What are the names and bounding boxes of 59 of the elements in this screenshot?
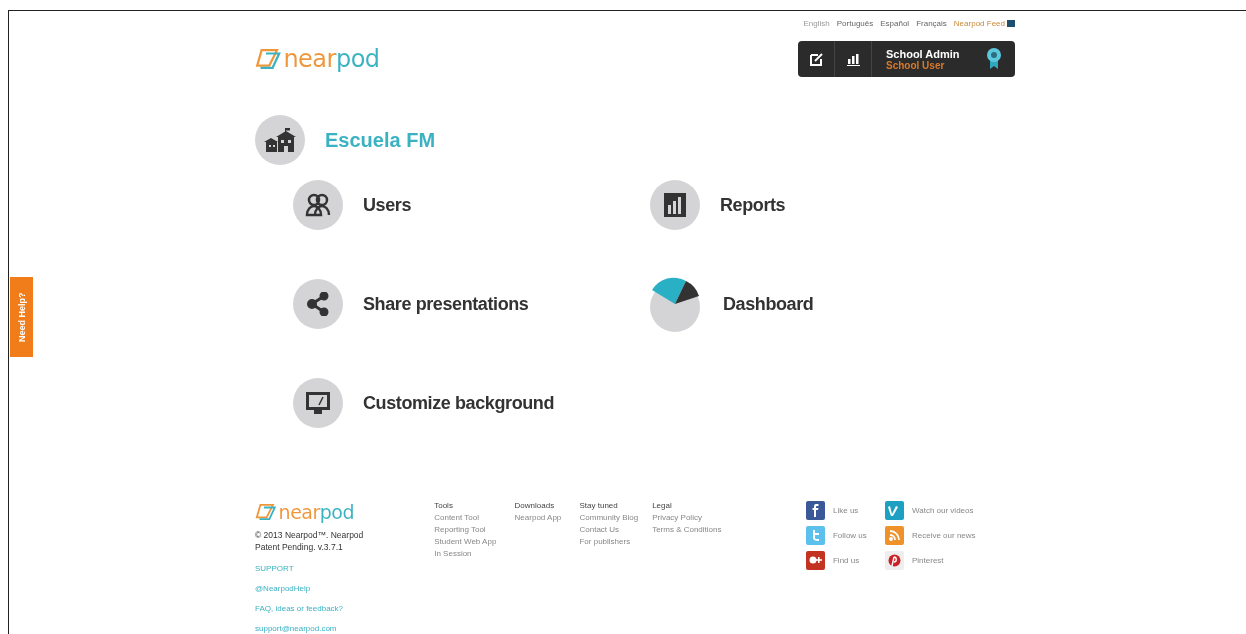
users-icon (293, 180, 343, 230)
copyright-text: © 2013 Nearpod™. Nearpod Patent Pending. v.3.7.1 (255, 529, 365, 553)
logo-mark-icon (255, 503, 277, 521)
google-plus-icon (806, 551, 825, 570)
footer-link[interactable]: FAQ, ideas or feedback? (255, 604, 435, 613)
social-link[interactable]: Like us (833, 506, 859, 515)
pinterest-icon (885, 551, 904, 570)
twitter-icon (806, 526, 825, 545)
footer-link[interactable]: support@nearpod.com (255, 624, 435, 633)
menu-item[interactable]: Reports (650, 180, 950, 230)
column-title: Legal (652, 501, 673, 510)
rss-icon (885, 526, 904, 545)
footer-link[interactable]: Community Blog (579, 513, 653, 522)
footer-link[interactable]: Nearpod App (514, 513, 580, 522)
footer-link[interactable]: Contact Us (579, 525, 653, 534)
user-name: School Admin (886, 47, 961, 60)
social-link[interactable]: Find us (833, 556, 860, 565)
column-title: Downloads (514, 501, 556, 510)
help-tab[interactable]: Need Help? (10, 277, 33, 357)
pie-chart-icon (647, 276, 703, 332)
bar-chart-icon (650, 180, 700, 230)
language-link[interactable]: Français (916, 18, 947, 28)
feed-icon (1007, 19, 1015, 27)
feed-link[interactable]: Nearpod Feed (953, 18, 1005, 28)
facebook-icon (806, 501, 825, 520)
menu-item[interactable]: Users (293, 180, 650, 230)
social-link[interactable]: Follow us (833, 531, 867, 540)
social-link[interactable]: Watch our videos (912, 506, 974, 515)
column-title: Stay tuned (579, 501, 619, 510)
footer-link[interactable]: Reporting Tool (434, 525, 515, 534)
menu-item[interactable]: Customize background (293, 378, 650, 428)
language-link[interactable]: English (803, 18, 830, 28)
footer-link[interactable]: SUPPORT (255, 564, 435, 573)
footer-link[interactable]: @NearpodHelp (255, 584, 435, 593)
language-link[interactable]: Español (880, 18, 910, 28)
badge-icon (987, 48, 1001, 70)
menu-item[interactable]: Dashboard (647, 276, 950, 332)
social-link[interactable]: Pinterest (912, 556, 944, 565)
footer-link[interactable]: Terms & Conditions (652, 525, 749, 534)
user-role: School User (886, 59, 946, 71)
monitor-icon (293, 378, 343, 428)
logo-wordmark: nearpod (278, 501, 355, 523)
school-icon (255, 115, 305, 165)
logo-wordmark: nearpod (283, 45, 380, 73)
share-icon (293, 279, 343, 329)
social-link[interactable]: Receive our news (912, 531, 976, 540)
school-name: Escuela FM (325, 128, 436, 152)
footer-link[interactable]: Content Tool (434, 513, 515, 522)
footer-link[interactable]: Student Web App (434, 537, 515, 546)
language-link[interactable]: Português (836, 18, 874, 28)
footer-link[interactable]: Privacy Policy (652, 513, 749, 522)
edit-icon[interactable] (809, 52, 823, 66)
column-title: Tools (434, 501, 454, 510)
vimeo-icon (885, 501, 904, 520)
footer-link[interactable]: In Session (434, 549, 515, 558)
logo-mark-icon (255, 48, 282, 70)
menu-item[interactable]: Share presentations (293, 276, 650, 332)
footer-link[interactable]: For publishers (579, 537, 653, 546)
bar-chart-icon[interactable] (846, 52, 860, 66)
